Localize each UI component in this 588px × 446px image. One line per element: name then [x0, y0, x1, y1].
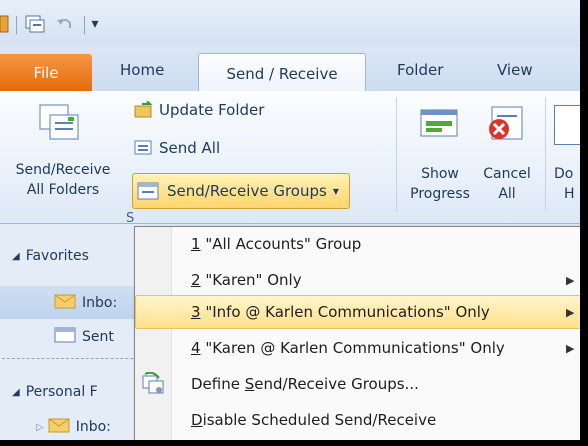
send-receive-all-folders-line1: Send/Receive	[15, 162, 111, 178]
collapse-triangle-icon: ◢	[12, 250, 20, 262]
outlook-window: ▾ File Home Send / Receive Folder View S…	[0, 0, 580, 440]
sent-label: Sent	[82, 329, 114, 345]
send-all-button[interactable]: Send All	[134, 139, 220, 157]
tab-file[interactable]: File	[0, 54, 92, 91]
tab-send-receive[interactable]: Send / Receive	[198, 53, 366, 93]
accelerator-key: D	[191, 411, 203, 429]
menu-item-all-accounts[interactable]: 1 "All Accounts" Group	[135, 227, 580, 261]
accelerator-key: 2	[191, 271, 201, 289]
favorites-header[interactable]: ◢ Favorites	[12, 248, 89, 264]
show-progress-line2: Progress	[410, 186, 470, 202]
send-receive-groups-icon	[137, 181, 161, 201]
download-line1: Do	[554, 166, 574, 182]
show-progress-icon	[420, 109, 460, 143]
cancel-all-button[interactable]: Cancel All	[474, 95, 540, 205]
cancel-all-line1: Cancel	[483, 166, 531, 182]
menu-item-info-karlen[interactable]: 3 "Info @ Karlen Communications" Only ▶	[135, 295, 580, 329]
download-line2: H	[564, 186, 575, 202]
ribbon-tabs: File Home Send / Receive Folder View	[0, 47, 580, 93]
tab-view[interactable]: View	[497, 61, 533, 79]
send-all-label: Send All	[159, 139, 221, 157]
menu-item-disable-scheduled[interactable]: Disable Scheduled Send/Receive	[135, 403, 580, 437]
send-receive-all-folders-button[interactable]: Send/Receive All Folders	[0, 95, 126, 205]
favorites-label: Favorites	[25, 248, 89, 264]
send-receive-groups-button[interactable]: Send/Receive Groups ▾	[132, 173, 350, 209]
send-all-icon	[134, 139, 154, 157]
accelerator-key: S	[244, 375, 255, 393]
undo-icon[interactable]	[54, 14, 76, 34]
accelerator-key: 3	[191, 303, 201, 321]
collapse-triangle-icon: ◢	[12, 386, 20, 398]
group-divider	[545, 97, 546, 212]
download-headers-button[interactable]: Do H	[550, 95, 580, 205]
update-folder-label: Update Folder	[159, 101, 265, 119]
customize-qat-icon[interactable]: ▾	[88, 14, 102, 34]
cancel-all-icon	[484, 105, 528, 149]
download-headers-icon	[554, 105, 580, 145]
outlook-app-icon[interactable]	[0, 14, 10, 34]
menu-item-label: "All Accounts" Group	[200, 235, 362, 253]
menu-item-karen-only[interactable]: 2 "Karen" Only ▶	[135, 263, 580, 297]
nav-inbox-personal[interactable]: ▷ Inbo:	[36, 416, 111, 438]
navigation-pane: ◢ Favorites Inbo: Sent ◢ Personal F ▷ In…	[0, 224, 148, 440]
update-folder-button[interactable]: Update Folder	[134, 100, 265, 119]
inbox-label: Inbo:	[82, 295, 118, 311]
send-receive-groups-label: Send/Receive Groups	[167, 182, 327, 200]
qat-separator	[84, 16, 85, 34]
send-receive-all-icon[interactable]	[24, 14, 46, 34]
submenu-arrow-icon: ▶	[566, 341, 575, 355]
personal-folders-header[interactable]: ◢ Personal F	[12, 384, 98, 400]
menu-item-prefix: Define	[191, 375, 245, 393]
accelerator-key: 1	[191, 235, 201, 253]
inbox-icon	[54, 292, 76, 314]
tab-folder[interactable]: Folder	[397, 61, 443, 79]
personal-folders-label: Personal F	[25, 384, 98, 400]
chevron-down-icon: ▾	[332, 184, 339, 198]
qat-separator	[16, 16, 17, 34]
tab-home[interactable]: Home	[120, 61, 164, 79]
update-folder-icon	[134, 100, 154, 119]
define-groups-icon	[141, 371, 165, 400]
ribbon: Send/Receive All Folders Update Folder S…	[0, 91, 580, 226]
quick-access-toolbar: ▾	[0, 0, 580, 47]
menu-item-label: "Info @ Karlen Communications" Only	[200, 303, 490, 321]
nav-sent[interactable]: Sent	[54, 326, 114, 348]
cancel-all-line2: All	[498, 186, 516, 202]
sent-items-icon	[54, 326, 76, 348]
inbox2-label: Inbo:	[75, 419, 111, 435]
accelerator-key: 4	[191, 339, 201, 357]
group-divider	[396, 97, 397, 212]
menu-item-label: isable Scheduled Send/Receive	[202, 411, 437, 429]
menu-item-label: "Karen @ Karlen Communications" Only	[200, 339, 505, 357]
nav-inbox[interactable]: Inbo:	[54, 292, 117, 314]
send-receive-all-folders-line2: All Folders	[26, 182, 100, 198]
menu-item-define-groups[interactable]: Define Send/Receive Groups...	[135, 367, 580, 401]
menu-item-karen-karlen[interactable]: 4 "Karen @ Karlen Communications" Only ▶	[135, 331, 580, 365]
submenu-arrow-icon: ▶	[566, 305, 575, 319]
send-receive-all-folders-icon	[38, 103, 82, 147]
expand-triangle-icon: ▷	[36, 421, 44, 433]
nav-divider	[2, 358, 148, 359]
menu-item-label: "Karen" Only	[200, 271, 302, 289]
show-progress-button[interactable]: Show Progress	[400, 95, 480, 205]
submenu-arrow-icon: ▶	[566, 273, 575, 287]
menu-item-label: end/Receive Groups...	[254, 375, 419, 393]
send-receive-groups-menu: 1 "All Accounts" Group 2 "Karen" Only ▶ …	[134, 226, 580, 440]
inbox-icon	[48, 416, 70, 438]
show-progress-line1: Show	[421, 166, 459, 182]
